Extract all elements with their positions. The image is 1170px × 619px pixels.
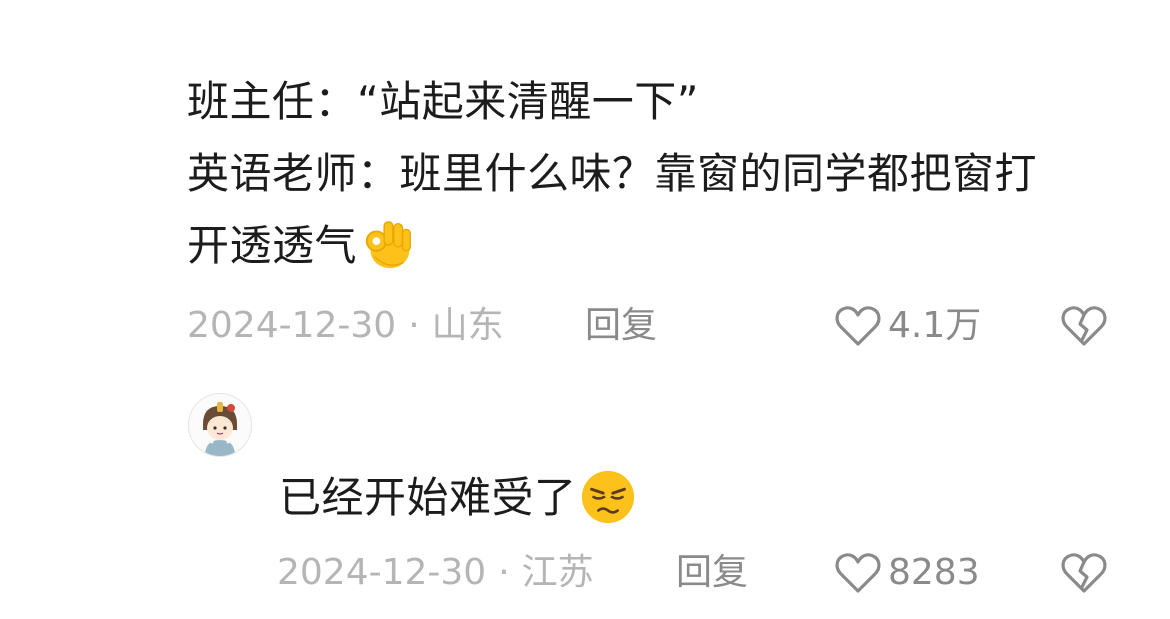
comment-2-meta: 2024-12-30 · 江苏 — [277, 551, 594, 595]
comment-2-line-1: 已经开始难受了 — [279, 462, 1139, 534]
comment-1-like-count: 4.1万 — [888, 305, 982, 346]
comment-1-date: 2024-12-30 — [187, 305, 397, 346]
comment-1-line-3: 开透透气 — [187, 210, 1147, 282]
heart-outline-icon — [835, 306, 881, 346]
unamused-face-emoji-icon — [581, 470, 634, 523]
broken-heart-icon[interactable] — [1060, 304, 1108, 348]
comment-1-location: 山东 — [431, 305, 504, 346]
ok-hand-emoji-icon — [365, 220, 411, 268]
comment-1-like-button[interactable]: 4.1万 — [834, 304, 981, 348]
comment-1-meta: 2024-12-30 · 山东 — [187, 304, 504, 348]
comment-1-line-3-text: 开透透气 — [187, 221, 358, 270]
avatar-illustration — [189, 394, 251, 456]
comment-2-like-button[interactable]: 8283 — [834, 551, 980, 595]
comment-1-line-2: 英语老师：班里什么味？靠窗的同学都把窗打 — [187, 149, 1038, 198]
comment-2-reply-button[interactable]: 回复 — [676, 551, 748, 595]
meta-separator: · — [498, 552, 510, 593]
comment-2-text: 已经开始难受了 — [279, 462, 1139, 534]
comment-2-line-1-text: 已经开始难受了 — [279, 473, 577, 522]
heart-outline-icon — [835, 553, 881, 593]
comment-1-reply-button[interactable]: 回复 — [585, 304, 657, 348]
avatar[interactable] — [188, 393, 252, 457]
comment-2-date: 2024-12-30 — [277, 552, 487, 593]
meta-separator: · — [408, 305, 420, 346]
comment-1-line-1: 班主任：“站起来清醒一下” — [187, 77, 700, 126]
broken-heart-icon[interactable] — [1060, 551, 1108, 595]
comment-1-text: 班主任：“站起来清醒一下” 英语老师：班里什么味？靠窗的同学都把窗打 开透透气 — [187, 66, 1147, 282]
comment-2-like-count: 8283 — [888, 552, 980, 593]
comment-2-location: 江苏 — [521, 552, 594, 593]
